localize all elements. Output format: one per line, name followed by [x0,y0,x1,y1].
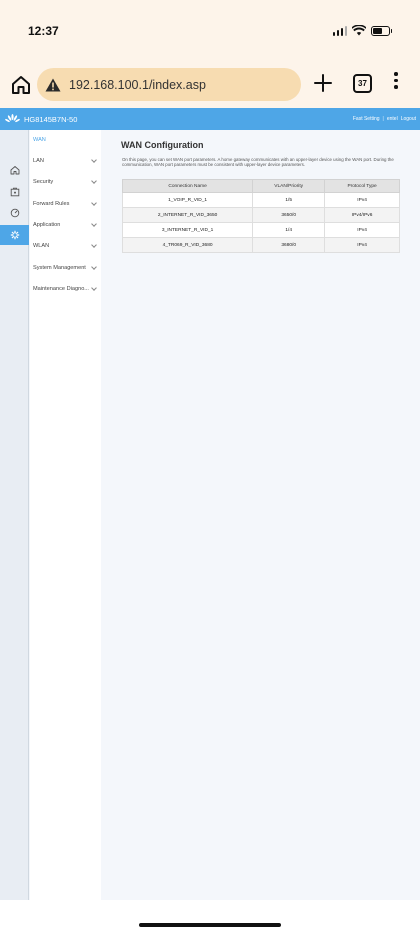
logo: HG8145B7N-50 [0,114,77,124]
battery-icon [371,25,392,36]
menu-item-label: WAN [33,137,46,143]
chevron-down-icon [91,178,97,184]
chevron-down-icon [91,200,97,206]
router-header: HG8145B7N-50 Fast Setting | entel Logout [0,108,420,130]
table-header-row: Connection Name VLAN/Priority Protocol T… [121,179,400,193]
vlan-priority: 3650/0 [252,207,326,223]
lock-box-icon [10,187,19,197]
bottom-bar [0,900,420,935]
protocol-type: IPv4 [324,192,400,208]
huawei-logo-icon [5,114,20,123]
protocol-type: IPv4/IPv6 [324,207,400,223]
header-links: Fast Setting | entel Logout [353,108,416,130]
settings-menu: WAN LAN Security Forward Rules Applicati… [30,130,101,900]
fast-setting-link[interactable]: Fast Setting [353,116,380,122]
browser-toolbar: 192.168.100.1/index.asp 37 [0,62,420,108]
gauge-icon [10,208,19,218]
address-bar[interactable]: 192.168.100.1/index.asp [37,68,301,101]
more-icon[interactable] [394,72,398,89]
connection-name: 2_INTERNET_R_VID_3650 [121,207,254,223]
menu-item-forward-rules[interactable]: Forward Rules [30,196,101,212]
chevron-down-icon [91,221,97,227]
rail-settings[interactable] [0,225,29,245]
column-header: Protocol Type [324,179,400,193]
table-row[interactable]: 3_INTERNET_R_VID_1 1/4 IPv4 [121,222,400,238]
rail-status[interactable] [0,203,29,223]
protocol-type: IPv4 [324,237,400,253]
protocol-type: IPv4 [324,222,400,238]
menu-item-label: LAN [33,158,44,164]
menu-item-application[interactable]: Application [30,217,101,233]
wan-table: Connection Name VLAN/Priority Protocol T… [121,179,400,253]
home-indicator[interactable] [139,923,281,927]
menu-item-label: WLAN [33,243,50,249]
status-time: 12:37 [28,24,59,38]
status-bar: 12:37 [0,0,420,60]
rail-home[interactable] [0,160,29,180]
menu-item-label: Security [33,179,54,185]
menu-item-system-management[interactable]: System Management [30,260,101,276]
url-text: 192.168.100.1/index.asp [69,77,206,92]
column-header: Connection Name [121,179,254,193]
vlan-priority: 1/4 [252,222,326,238]
menu-item-wan[interactable]: WAN [30,132,101,148]
wifi-icon [352,25,366,36]
status-icons [332,25,392,36]
user-name: entel [386,116,398,122]
vlan-priority: 1/5 [252,192,326,208]
logout-link[interactable]: Logout [401,116,416,122]
connection-name: 1_VOIP_R_VID_1 [121,192,254,208]
plus-icon[interactable] [312,72,334,94]
icon-rail [0,130,29,900]
table-row[interactable]: 2_INTERNET_R_VID_3650 3650/0 IPv4/IPv6 [121,207,400,223]
menu-item-label: Application [33,222,61,228]
menu-item-label: System Management [33,265,86,271]
table-row[interactable]: 1_VOIP_R_VID_1 1/5 IPv4 [121,192,400,208]
menu-item-label: Maintenance Diagno... [33,286,89,292]
rail-advanced[interactable] [0,182,29,202]
gear-icon [10,230,19,240]
chevron-down-icon [91,285,97,291]
menu-item-lan[interactable]: LAN [30,153,101,169]
chevron-down-icon [91,264,97,270]
connection-name: 4_TR069_R_VID_3680 [121,237,254,253]
page-title: WAN Configuration [121,140,204,150]
menu-item-maintenance[interactable]: Maintenance Diagno... [30,281,101,297]
warning-icon [45,78,61,91]
connection-name: 3_INTERNET_R_VID_1 [121,222,254,238]
page-description: On this page, you can set WAN port param… [122,157,394,168]
home-icon[interactable] [10,74,32,96]
chevron-down-icon [91,242,97,248]
menu-item-wlan[interactable]: WLAN [30,238,101,254]
house-icon [10,166,19,175]
main-content: WAN Configuration On this page, you can … [101,130,420,900]
header-separator: | [382,116,384,122]
column-header: VLAN/Priority [252,179,326,193]
tabs-icon[interactable]: 37 [353,74,372,93]
model-name: HG8145B7N-50 [24,114,78,124]
signal-icon [332,25,347,36]
web-page: HG8145B7N-50 Fast Setting | entel Logout [0,108,420,900]
menu-item-security[interactable]: Security [30,174,101,190]
chevron-down-icon [91,157,97,163]
vlan-priority: 3680/0 [252,237,326,253]
table-row[interactable]: 4_TR069_R_VID_3680 3680/0 IPv4 [121,237,400,253]
menu-item-label: Forward Rules [33,201,70,207]
